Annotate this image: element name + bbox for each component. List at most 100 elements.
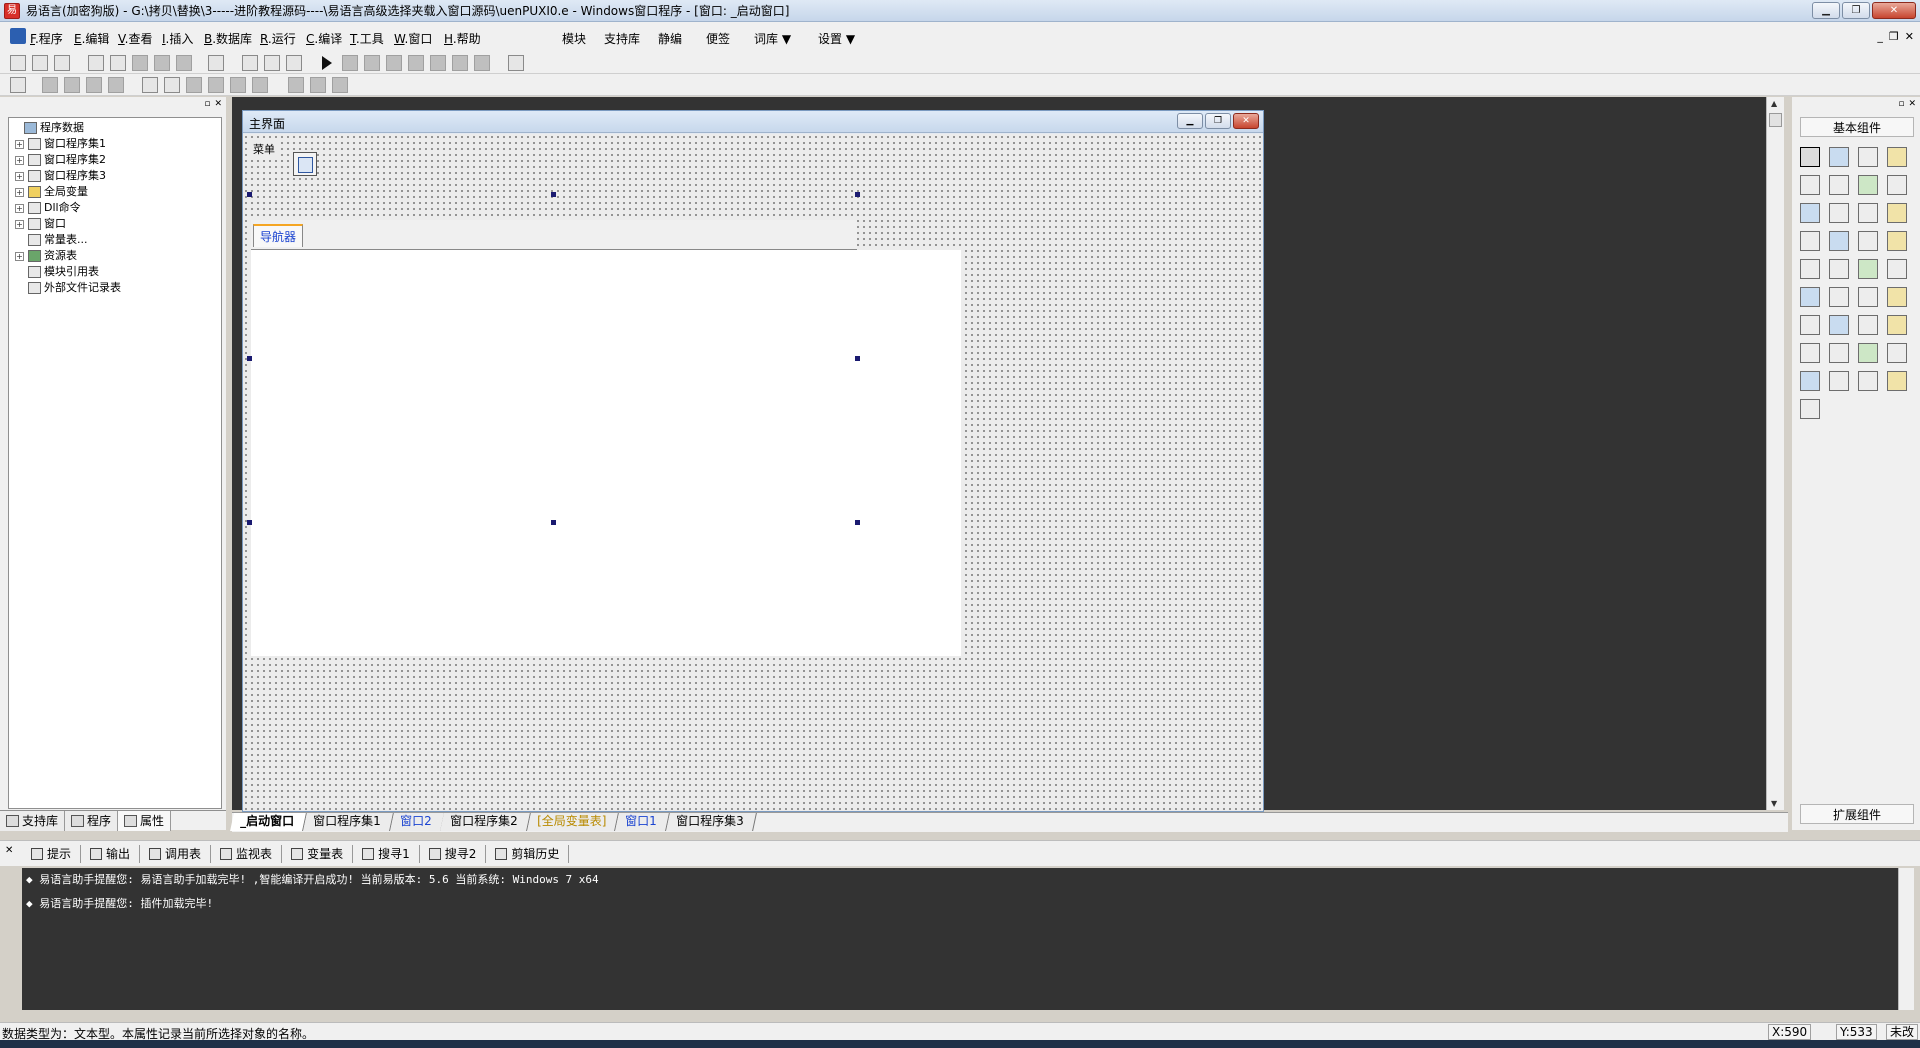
component-icon[interactable]	[1858, 287, 1878, 307]
component-icon[interactable]	[1829, 231, 1849, 251]
component-icon[interactable]	[1887, 147, 1907, 167]
pin-icon[interactable]: ▫	[1898, 99, 1904, 109]
component-icon[interactable]	[1800, 287, 1820, 307]
selection-handle[interactable]	[551, 192, 556, 197]
mdi-restore-button[interactable]: ❐	[1889, 30, 1899, 43]
component-icon[interactable]	[1887, 203, 1907, 223]
menu-notes[interactable]: 便签	[706, 30, 730, 47]
navigator-page[interactable]	[251, 250, 961, 656]
output-tab[interactable]: 搜寻1	[353, 844, 420, 863]
output-tab[interactable]: 监视表	[211, 844, 283, 863]
align-left-icon[interactable]	[42, 77, 58, 93]
undo-icon[interactable]	[176, 55, 192, 71]
close-button[interactable]: ✕	[1872, 2, 1916, 19]
scroll-down-icon[interactable]: ▼	[1771, 799, 1777, 808]
save-icon[interactable]	[54, 55, 70, 71]
output-tab[interactable]: 输出	[81, 844, 141, 863]
tab-navigator[interactable]: 导航器	[253, 224, 304, 247]
form-minimize-button[interactable]: ▁	[1177, 113, 1203, 129]
mdi-close-button[interactable]: ✕	[1905, 30, 1914, 43]
tree-item[interactable]: + Dll命令	[11, 200, 221, 216]
output-tab[interactable]: 搜寻2	[420, 844, 487, 863]
breakpoint-icon[interactable]	[452, 55, 468, 71]
output-scrollbar[interactable]	[1898, 868, 1914, 1010]
step-into-icon[interactable]	[386, 55, 402, 71]
component-icon[interactable]	[1887, 315, 1907, 335]
pointer-tool-icon[interactable]	[1800, 147, 1820, 167]
editor-tab[interactable]: _启动窗口	[230, 813, 307, 831]
output-tab[interactable]: 变量表	[282, 844, 354, 863]
component-icon[interactable]	[1858, 343, 1878, 363]
helper-icon[interactable]	[508, 55, 524, 71]
minimize-button[interactable]: ▁	[1812, 2, 1840, 19]
menu-static-compile[interactable]: 静编	[658, 30, 682, 47]
menu-help[interactable]: H.帮助	[444, 30, 481, 47]
same-height-icon[interactable]	[252, 77, 268, 93]
component-icon[interactable]	[1858, 203, 1878, 223]
menu-compile[interactable]: C.编译	[306, 30, 342, 47]
menu-edit[interactable]: E.编辑	[74, 30, 109, 47]
size-width-icon[interactable]	[288, 77, 304, 93]
size-height-icon[interactable]	[310, 77, 326, 93]
component-icon[interactable]	[1887, 231, 1907, 251]
same-width-icon[interactable]	[230, 77, 246, 93]
redo-icon[interactable]	[154, 55, 170, 71]
component-icon[interactable]	[1800, 259, 1820, 279]
tree-item[interactable]: + 资源表	[11, 248, 221, 264]
layout-2-icon[interactable]	[264, 55, 280, 71]
output-close-icon[interactable]: ✕	[5, 845, 13, 856]
align-bottom-icon[interactable]	[108, 77, 124, 93]
output-tab[interactable]: 剪辑历史	[486, 844, 570, 863]
component-icon[interactable]	[1829, 371, 1849, 391]
stop-icon[interactable]	[342, 55, 358, 71]
component-icon[interactable]	[1858, 231, 1878, 251]
editor-tab[interactable]: 窗口程序集2	[440, 813, 531, 831]
open-file-icon[interactable]	[32, 55, 48, 71]
tab-properties[interactable]: 属性	[118, 811, 172, 831]
component-icon[interactable]	[1829, 287, 1849, 307]
extended-components-header[interactable]: 扩展组件	[1800, 804, 1914, 824]
menu-tools[interactable]: T.工具	[350, 30, 384, 47]
paste-icon[interactable]	[132, 55, 148, 71]
tree-item[interactable]: + 窗口	[11, 216, 221, 232]
component-icon[interactable]	[1858, 259, 1878, 279]
output-panel[interactable]: ◆ 易语言助手提醒您: 易语言助手加载完毕! ,智能编译开启成功! 当前易版本:…	[22, 868, 1898, 1010]
component-icon[interactable]	[1829, 203, 1849, 223]
center-vertical-icon[interactable]	[164, 77, 180, 93]
vertical-scrollbar[interactable]: ▲ ▼	[1766, 97, 1784, 810]
component-icon[interactable]	[1800, 399, 1820, 419]
component-icon[interactable]	[1829, 175, 1849, 195]
tree-item[interactable]: 模块引用表	[11, 264, 221, 280]
tree-item[interactable]: 程序数据	[11, 120, 221, 136]
form-window[interactable]: 主界面 ▁ ❐ ✕ 菜单 导航器	[242, 110, 1264, 812]
menu-window[interactable]: W.窗口	[394, 30, 432, 47]
tree-item[interactable]: + 窗口程序集1	[11, 136, 221, 152]
menu-settings[interactable]: 设置 ▼	[818, 30, 855, 47]
calculator-icon[interactable]	[10, 77, 26, 93]
copy-icon[interactable]	[110, 55, 126, 71]
tree-item[interactable]: 常量表...	[11, 232, 221, 248]
component-icon[interactable]	[1800, 315, 1820, 335]
mdi-minimize-button[interactable]: _	[1877, 30, 1883, 43]
form-close-button[interactable]: ✕	[1233, 113, 1259, 129]
step-over-icon[interactable]	[408, 55, 424, 71]
component-icon[interactable]	[1800, 231, 1820, 251]
maximize-button[interactable]: ❐	[1842, 2, 1870, 19]
menu-control-icon[interactable]	[293, 152, 317, 176]
selection-handle[interactable]	[247, 520, 252, 525]
center-horizontal-icon[interactable]	[142, 77, 158, 93]
component-icon[interactable]	[1800, 175, 1820, 195]
menu-view[interactable]: V.查看	[118, 30, 153, 47]
component-icon[interactable]	[1829, 315, 1849, 335]
align-right-icon[interactable]	[64, 77, 80, 93]
expand-icon[interactable]: +	[15, 171, 24, 181]
form-client-area[interactable]: 菜单 导航器	[243, 134, 1263, 811]
component-icon[interactable]	[1829, 259, 1849, 279]
component-icon[interactable]	[1829, 343, 1849, 363]
project-tree[interactable]: 程序数据 + 窗口程序集1 + 窗口程序集2 + 窗口程序集3 + 全局变量 + Dll命令 + 窗口常…	[8, 117, 222, 809]
tree-item[interactable]: + 窗口程序集3	[11, 168, 221, 184]
component-icon[interactable]	[1887, 175, 1907, 195]
output-tab[interactable]: 提示	[22, 844, 82, 863]
component-icon[interactable]	[1887, 259, 1907, 279]
menu-modules[interactable]: 模块	[562, 30, 586, 47]
